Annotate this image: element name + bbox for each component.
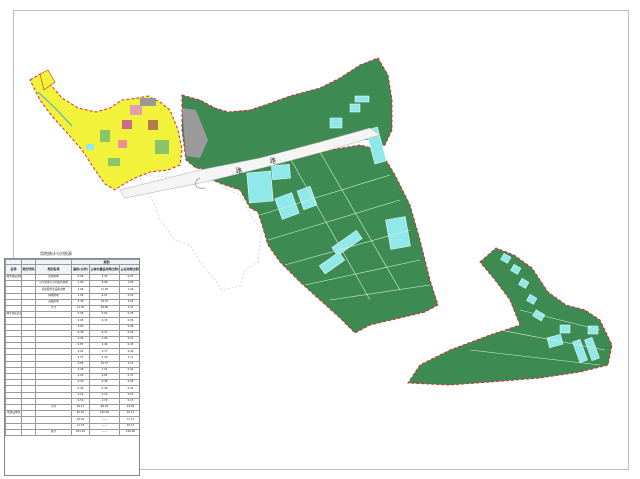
col-header: 类别名称 xyxy=(35,264,72,275)
park-plot-1 xyxy=(155,140,169,154)
land-use-table: 规划 名称 类别代码 类别名称 面积(公顷) 占城市建设用地比例(%) 占总用地… xyxy=(4,258,140,476)
table-cell: 201.10 xyxy=(71,428,90,436)
table-cell xyxy=(5,428,22,436)
table-cell xyxy=(21,428,36,436)
col-header: 类别代码 xyxy=(21,264,36,275)
park-plot-2 xyxy=(100,130,110,142)
public-plot-3 xyxy=(118,140,127,148)
park-plot-3 xyxy=(108,158,120,166)
cyan-plot-west xyxy=(86,144,94,150)
table-cell: 总计 xyxy=(35,428,72,436)
farmland-southeast xyxy=(407,247,613,386)
public-plot-1 xyxy=(130,105,142,115)
table-title: 用地统计与对照表 xyxy=(40,251,72,256)
col-header: 面积(公顷) xyxy=(71,264,90,275)
table-cell: 100.00 xyxy=(119,428,139,436)
gray-plot-1 xyxy=(140,98,156,106)
col-header: 名称 xyxy=(5,264,22,275)
public-plot-2 xyxy=(148,120,158,130)
school-plot xyxy=(122,120,132,129)
table-row: 总计 201.10 —— 100.00 xyxy=(5,428,139,436)
col-header: 占城市建设用地比例(%) xyxy=(89,264,120,275)
col-header: 占总用地比例(%) xyxy=(119,264,139,275)
table-cell: —— xyxy=(89,428,120,436)
